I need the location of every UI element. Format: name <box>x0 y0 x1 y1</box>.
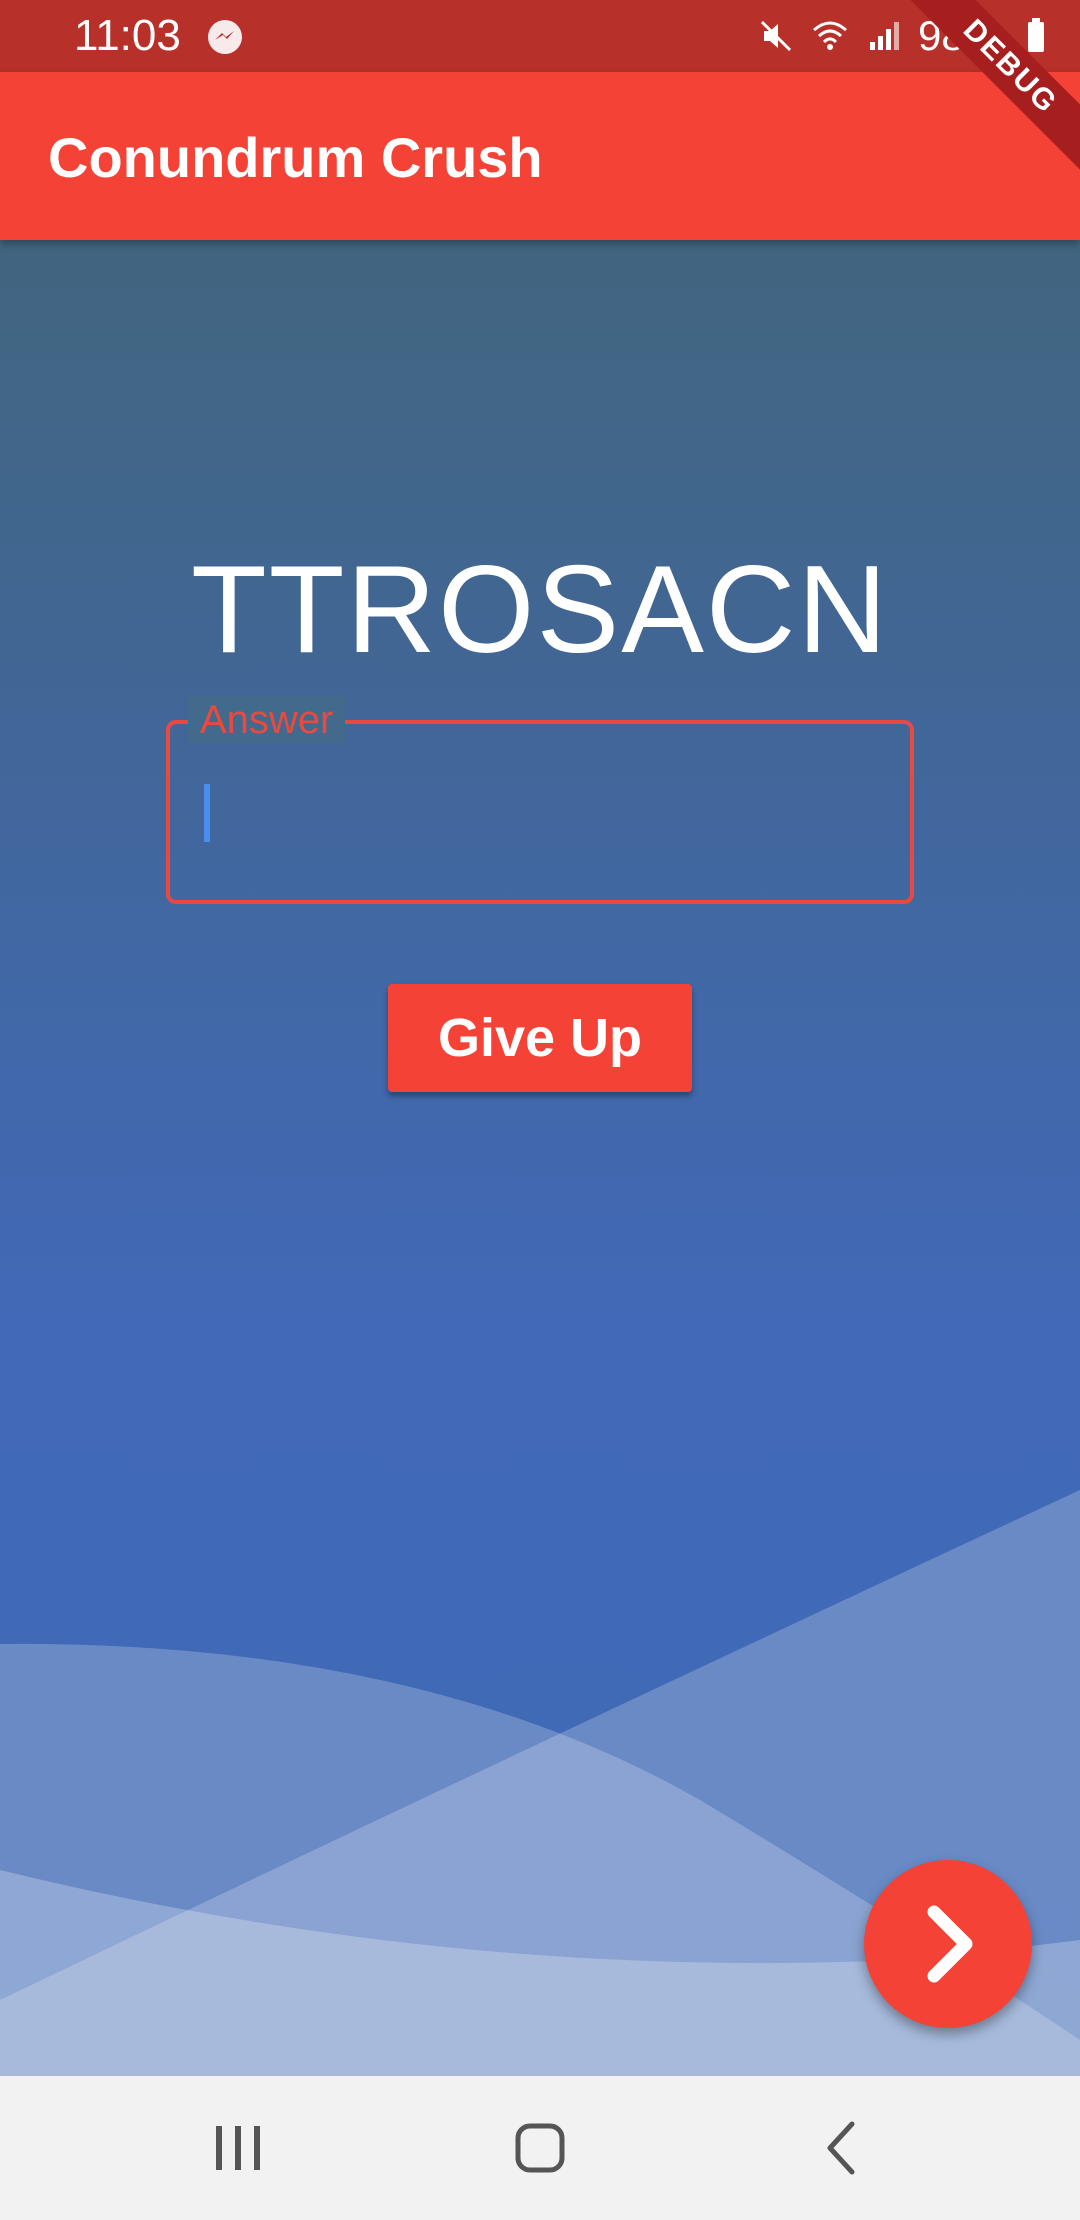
app-bar: Conundrum Crush <box>0 72 1080 240</box>
recent-apps-icon <box>216 2126 260 2170</box>
signal-icon <box>869 22 899 50</box>
game-area: TTROSACN Answer Give Up <box>0 240 1080 2076</box>
messenger-icon <box>208 20 242 54</box>
back-button[interactable] <box>782 2108 902 2188</box>
recent-apps-button[interactable] <box>178 2108 298 2188</box>
back-icon <box>827 2121 855 2175</box>
app-title: Conundrum Crush <box>48 126 543 189</box>
chevron-right-icon <box>927 1905 973 1983</box>
wifi-icon <box>812 21 847 50</box>
home-icon <box>515 2123 565 2173</box>
answer-input[interactable] <box>194 764 888 846</box>
next-button[interactable] <box>864 1860 1032 2028</box>
mute-icon <box>760 20 791 52</box>
answer-field[interactable]: Answer <box>166 696 914 904</box>
status-bar: 11:03 98% <box>0 0 1080 72</box>
home-button[interactable] <box>480 2108 600 2188</box>
system-nav-bar <box>0 2076 1080 2220</box>
wave-background <box>0 1490 1080 2076</box>
text-cursor <box>204 784 210 842</box>
give-up-button[interactable]: Give Up <box>388 984 692 1092</box>
answer-label: Answer <box>188 696 346 744</box>
scrambled-word: TTROSACN <box>191 541 889 679</box>
status-time: 11:03 <box>74 11 181 60</box>
